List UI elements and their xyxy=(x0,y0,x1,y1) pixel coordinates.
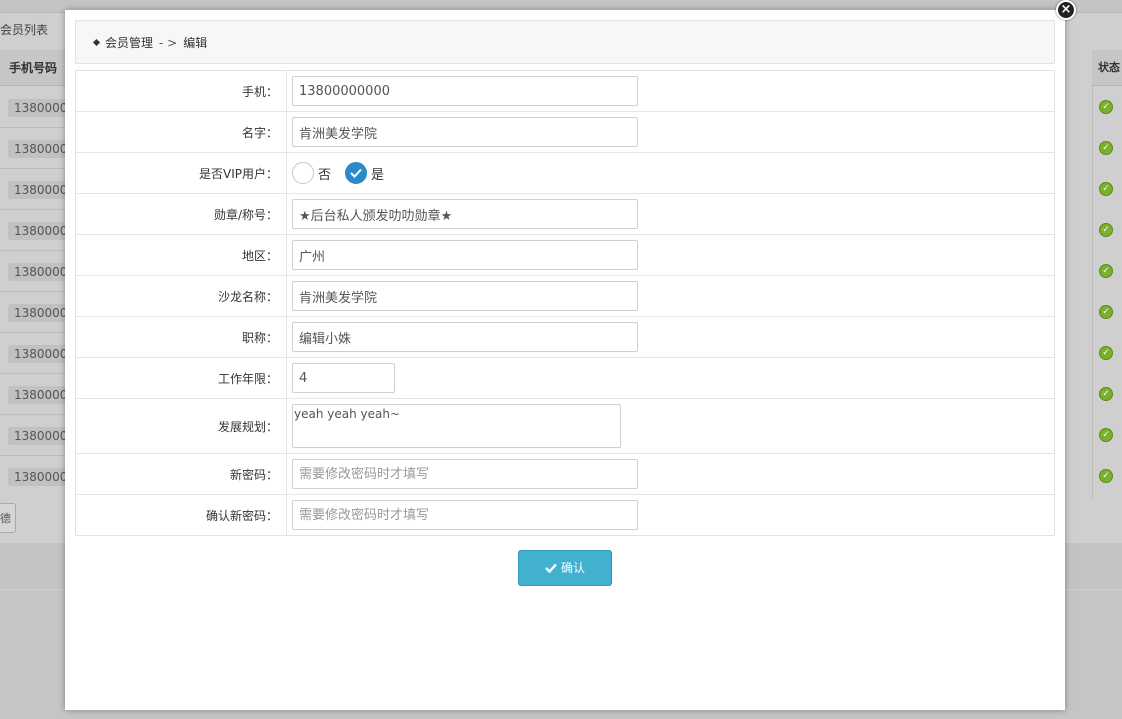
background-footer xyxy=(0,543,66,589)
status-ok-icon: ✓ xyxy=(1099,141,1113,155)
form-row-confirm-password: 确认新密码： xyxy=(76,495,1054,535)
background-row-divider xyxy=(0,250,66,251)
confirm-button-label: 确认 xyxy=(560,561,585,575)
confirm-password-input[interactable] xyxy=(292,500,638,530)
new-password-input[interactable] xyxy=(292,459,638,489)
vip-yes-label[interactable]: 是 xyxy=(371,164,384,183)
plan-label: 发展规划： xyxy=(76,399,287,453)
status-ok-icon: ✓ xyxy=(1099,264,1113,278)
background-row-divider xyxy=(0,209,66,210)
background-column-status: 状态 xyxy=(1092,50,1122,86)
status-ok-icon: ✓ xyxy=(1099,346,1113,360)
title-input[interactable] xyxy=(292,322,638,352)
form-row-new-password: 新密码： xyxy=(76,454,1054,495)
years-label: 工作年限： xyxy=(76,358,287,398)
salon-input[interactable] xyxy=(292,281,638,311)
status-ok-icon: ✓ xyxy=(1099,387,1113,401)
form-row-years: 工作年限： xyxy=(76,358,1054,399)
form-row-phone: 手机： xyxy=(76,71,1054,112)
breadcrumb: 会员管理 - > 编辑 xyxy=(75,20,1055,64)
background-row-divider xyxy=(0,455,66,456)
breadcrumb-section: 会员管理 xyxy=(105,36,154,50)
status-ok-icon: ✓ xyxy=(1099,428,1113,442)
close-icon: × xyxy=(1060,2,1072,17)
background-phone-cell: 1380000 xyxy=(8,140,66,158)
medal-label: 勋章/称号： xyxy=(76,194,287,234)
background-row-divider xyxy=(0,168,66,169)
member-edit-form: 手机： 名字： 是否VIP用户： 否 是 勋章/称号： xyxy=(75,70,1055,536)
status-ok-icon: ✓ xyxy=(1099,223,1113,237)
vip-radio-group: 否 是 xyxy=(292,162,398,184)
bullet-icon xyxy=(92,38,101,47)
status-ok-icon: ✓ xyxy=(1099,305,1113,319)
edit-member-modal: 会员管理 - > 编辑 手机： 名字： 是否VIP用户： 否 是 xyxy=(65,10,1065,710)
years-input[interactable] xyxy=(292,363,395,393)
status-ok-icon: ✓ xyxy=(1099,182,1113,196)
background-phone-cell: 1380000 xyxy=(8,345,66,363)
form-row-salon: 沙龙名称： xyxy=(76,276,1054,317)
background-phone-cell: 1380000 xyxy=(8,99,66,117)
background-column-phone: 手机号码 xyxy=(0,50,66,86)
phone-input[interactable] xyxy=(292,76,638,106)
salon-label: 沙龙名称： xyxy=(76,276,287,316)
background-phone-cell: 1380000 xyxy=(8,427,66,445)
confirm-button[interactable]: 确认 xyxy=(518,550,612,586)
check-icon xyxy=(545,563,557,573)
form-row-region: 地区： xyxy=(76,235,1054,276)
breadcrumb-page: 编辑 xyxy=(183,36,208,50)
background-row-divider xyxy=(0,414,66,415)
background-breadcrumb: 会员列表 xyxy=(0,21,48,38)
region-label: 地区： xyxy=(76,235,287,275)
vip-no-label[interactable]: 否 xyxy=(318,164,331,183)
name-label: 名字： xyxy=(76,112,287,152)
background-row-divider xyxy=(0,291,66,292)
background-row-divider xyxy=(0,373,66,374)
title-label: 职称： xyxy=(76,317,287,357)
status-ok-icon: ✓ xyxy=(1099,100,1113,114)
background-phone-cell: 1380000 xyxy=(8,222,66,240)
confirm-password-label: 确认新密码： xyxy=(76,495,287,535)
background-breadcrumb-label: 会员列表 xyxy=(0,23,49,37)
phone-label: 手机： xyxy=(76,71,287,111)
background-phone-cell: 1380000 xyxy=(8,386,66,404)
new-password-label: 新密码： xyxy=(76,454,287,494)
form-row-plan: 发展规划： yeah yeah yeah~ xyxy=(76,399,1054,454)
checkmark-icon xyxy=(350,168,362,178)
background-phone-cell: 1380000 xyxy=(8,304,66,322)
vip-label: 是否VIP用户： xyxy=(76,153,287,193)
background-phone-cell: 1380000 xyxy=(8,181,66,199)
background-row-divider xyxy=(0,332,66,333)
background-phone-cell: 1380000 xyxy=(8,468,66,486)
background-pager-button: 德 xyxy=(0,503,16,533)
medal-input[interactable] xyxy=(292,199,638,229)
form-row-vip: 是否VIP用户： 否 是 xyxy=(76,153,1054,194)
breadcrumb-separator: - > xyxy=(159,36,178,50)
vip-yes-radio[interactable] xyxy=(345,162,368,184)
background-footer-right xyxy=(1064,543,1122,589)
background-phone-cell: 1380000 xyxy=(8,263,66,281)
form-row-medal: 勋章/称号： xyxy=(76,194,1054,235)
name-input[interactable] xyxy=(292,117,638,147)
form-row-title: 职称： xyxy=(76,317,1054,358)
close-modal-button[interactable]: × xyxy=(1056,0,1076,20)
status-ok-icon: ✓ xyxy=(1099,469,1113,483)
vip-no-radio[interactable] xyxy=(292,162,314,184)
form-row-name: 名字： xyxy=(76,112,1054,153)
background-row-divider xyxy=(0,127,66,128)
plan-textarea[interactable]: yeah yeah yeah~ xyxy=(292,404,621,448)
region-input[interactable] xyxy=(292,240,638,270)
